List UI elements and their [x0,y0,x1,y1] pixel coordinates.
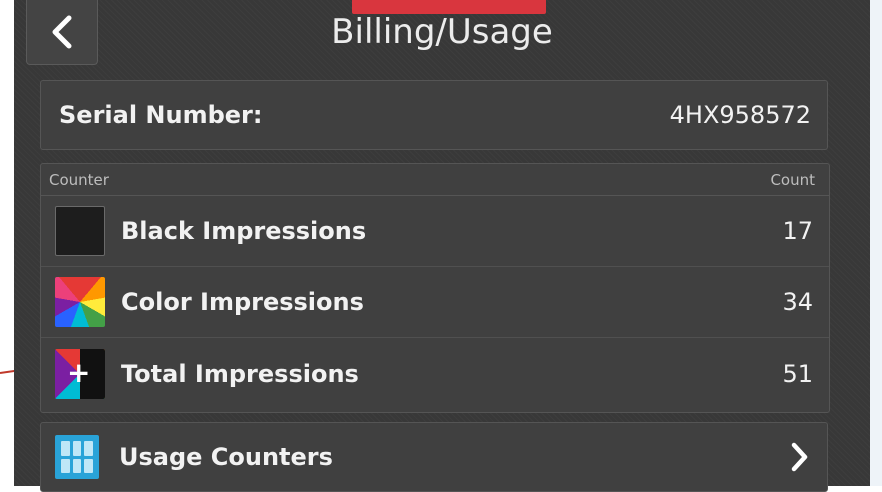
plus-icon: + [67,355,91,389]
black-impressions-icon [55,206,105,256]
color-impressions-icon [55,277,105,327]
total-impressions-label: Total Impressions [121,359,359,388]
total-impressions-row: + Total Impressions 51 [41,338,829,409]
serial-number-value: 4HX958572 [669,101,811,129]
black-impressions-label: Black Impressions [121,217,367,245]
total-impressions-count: 51 [782,359,813,388]
left-margin [0,0,14,486]
serial-number-panel: Serial Number: 4HX958572 [40,80,828,150]
usage-counters-icon [55,435,99,479]
counter-table-header: Counter Count [41,164,829,196]
count-column-header: Count [770,170,815,189]
chevron-right-icon [791,442,808,472]
device-screen: Billing/Usage Serial Number: 4HX958572 C… [14,0,870,492]
total-impressions-icon: + [55,348,105,399]
color-impressions-label: Color Impressions [121,288,364,316]
page-title: Billing/Usage [331,12,553,52]
header: Billing/Usage [14,0,870,66]
counter-table: Counter Count Black Impressions 17 Color… [40,163,830,413]
serial-number-label: Serial Number: [59,101,263,129]
counter-column-header: Counter [49,170,109,189]
color-impressions-count: 34 [782,288,813,316]
usage-counters-label: Usage Counters [119,443,333,471]
black-impressions-count: 17 [782,217,813,245]
black-impressions-row: Black Impressions 17 [41,196,829,267]
usage-counters-button[interactable]: Usage Counters [40,422,828,492]
color-impressions-row: Color Impressions 34 [41,267,829,338]
